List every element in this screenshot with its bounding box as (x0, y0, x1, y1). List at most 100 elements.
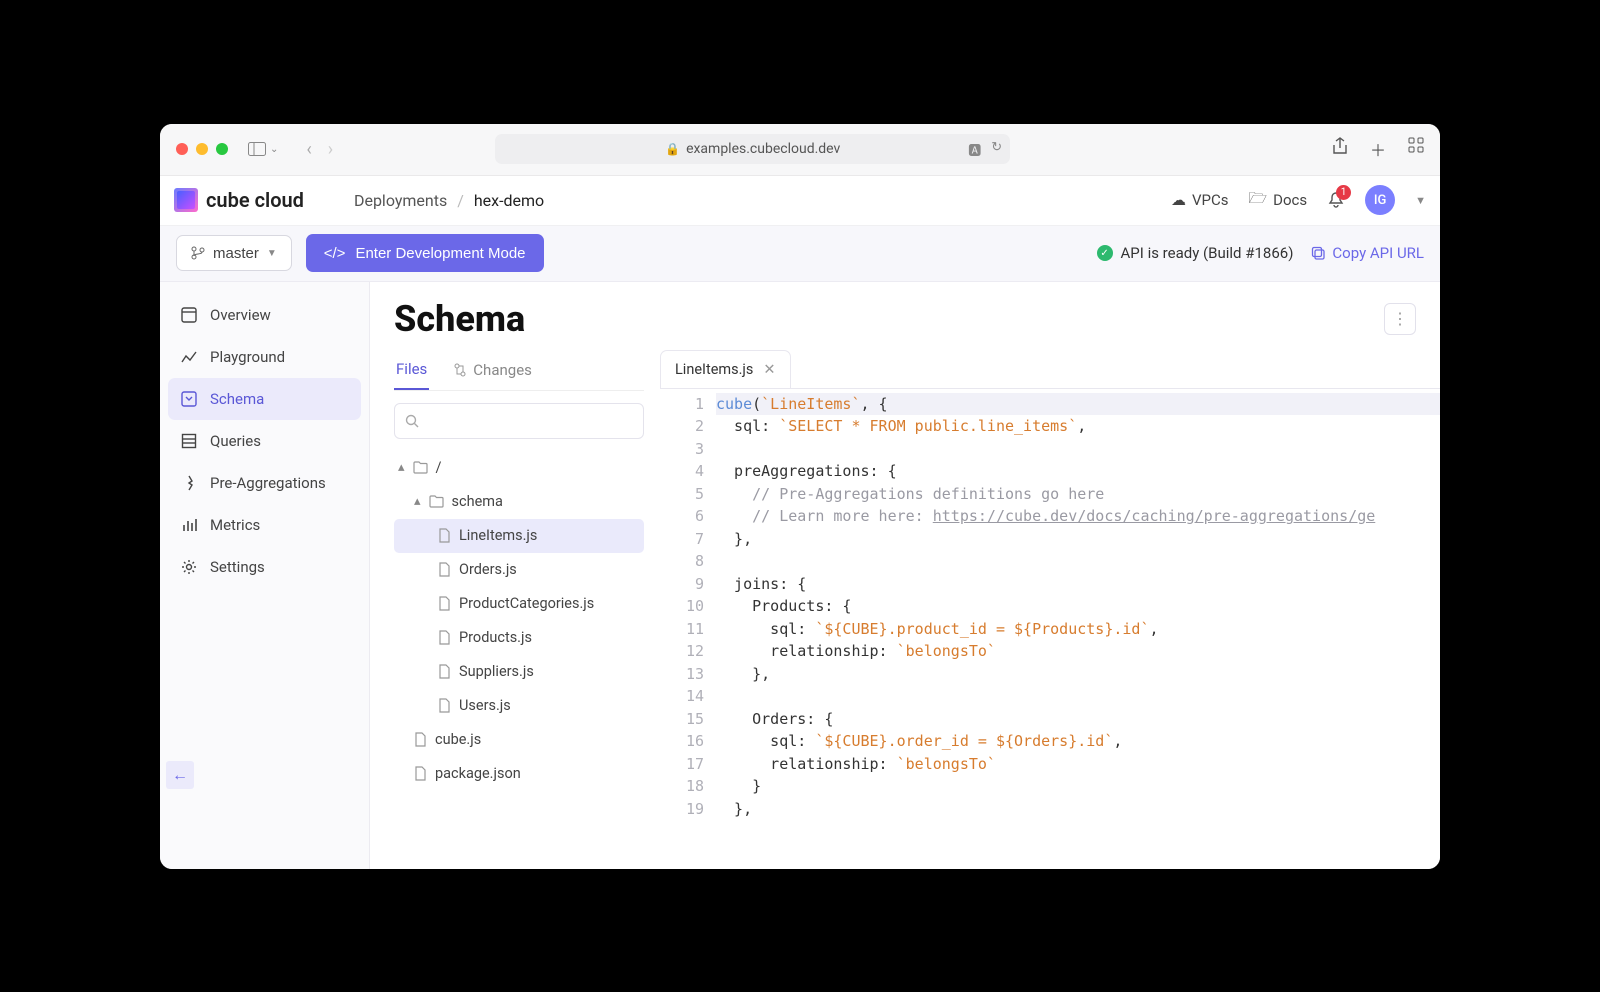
tree-label: Suppliers.js (459, 663, 534, 680)
sidebar-item-label: Settings (210, 558, 265, 576)
sidebar-toggle-button[interactable]: ⌄ (248, 142, 278, 156)
more-vertical-icon: ⋮ (1392, 309, 1408, 328)
docs-link[interactable]: 🗁 Docs (1249, 188, 1308, 213)
nav-forward-button[interactable]: › (328, 139, 333, 160)
editor-tab[interactable]: LineItems.js ✕ (660, 350, 791, 388)
tree-root[interactable]: ▴ / (394, 451, 644, 485)
sidebar-item-label: Queries (210, 432, 261, 450)
nav-back-button[interactable]: ‹ (306, 139, 311, 160)
playground-icon (180, 349, 198, 365)
browser-window: ⌄ ‹ › 🔒 examples.cubecloud.dev 🅰 ↻ ＋ (160, 124, 1440, 869)
url-bar[interactable]: 🔒 examples.cubecloud.dev 🅰 ↻ (495, 134, 1010, 164)
gutter: 12345678910111213141516171819 (660, 389, 716, 869)
code-area[interactable]: cube(`LineItems`, { sql: `SELECT * FROM … (716, 389, 1440, 869)
traffic-lights (176, 143, 228, 155)
tree-file[interactable]: ProductCategories.js (394, 587, 644, 621)
title-bar: ⌄ ‹ › 🔒 examples.cubecloud.dev 🅰 ↻ ＋ (160, 124, 1440, 176)
tree-label: ProductCategories.js (459, 595, 594, 612)
sub-header: master ▼ </> Enter Development Mode ✓ AP… (160, 226, 1440, 282)
close-window-button[interactable] (176, 143, 188, 155)
sidebar-item-preagg[interactable]: Pre-Aggregations (168, 462, 361, 504)
arrow-left-icon: ← (172, 765, 188, 785)
file-icon (438, 528, 451, 543)
file-icon (438, 630, 451, 645)
branch-selector[interactable]: master ▼ (176, 235, 292, 271)
tab-files[interactable]: Files (394, 350, 429, 390)
git-branch-icon (191, 246, 205, 260)
caret-icon: ▴ (414, 494, 421, 509)
more-actions-button[interactable]: ⋮ (1384, 303, 1416, 335)
file-icon (438, 562, 451, 577)
git-diff-icon (453, 363, 467, 377)
sidebar-item-playground[interactable]: Playground (168, 336, 361, 378)
sidebar-item-schema[interactable]: Schema (168, 378, 361, 420)
content-row: Files Changes ▴ (370, 350, 1440, 869)
sidebar-item-overview[interactable]: Overview (168, 294, 361, 336)
enter-dev-mode-button[interactable]: </> Enter Development Mode (306, 234, 544, 272)
user-menu-caret[interactable]: ▼ (1415, 194, 1426, 207)
tree-file[interactable]: Suppliers.js (394, 655, 644, 689)
tree-label: package.json (435, 765, 521, 782)
collapse-sidebar-button[interactable]: ← (166, 761, 194, 789)
notifications-button[interactable]: 1 (1327, 191, 1345, 209)
sidebar-item-label: Playground (210, 348, 285, 366)
sidebar-item-settings[interactable]: Settings (168, 546, 361, 588)
sidebar-item-metrics[interactable]: Metrics (168, 504, 361, 546)
copy-api-url-button[interactable]: Copy API URL (1311, 244, 1424, 262)
close-tab-button[interactable]: ✕ (763, 361, 775, 378)
header-right: ☁ VPCs 🗁 Docs 1 IG ▼ (1171, 185, 1426, 215)
maximize-window-button[interactable] (216, 143, 228, 155)
lock-icon: 🔒 (665, 142, 680, 156)
folder-icon (429, 495, 444, 508)
status-ok-icon: ✓ (1097, 245, 1113, 261)
page-title: Schema (394, 298, 525, 340)
tree-file[interactable]: Users.js (394, 689, 644, 723)
editor-tab-label: LineItems.js (675, 361, 753, 378)
logo[interactable]: cube cloud (174, 188, 304, 212)
breadcrumb-root[interactable]: Deployments (354, 191, 447, 210)
avatar[interactable]: IG (1365, 185, 1395, 215)
logo-icon (174, 188, 198, 212)
chevron-down-icon: ⌄ (270, 144, 278, 155)
code-icon: </> (324, 245, 346, 262)
file-icon (438, 664, 451, 679)
sidebar-item-label: Schema (210, 390, 264, 408)
tab-changes[interactable]: Changes (451, 350, 534, 390)
breadcrumb-current[interactable]: hex-demo (474, 191, 544, 210)
tree-file[interactable]: Orders.js (394, 553, 644, 587)
tree-label: LineItems.js (459, 527, 537, 544)
tabs-overview-icon[interactable] (1408, 137, 1424, 161)
tree-folder-schema[interactable]: ▴ schema (394, 485, 644, 519)
editor-pane: LineItems.js ✕ 1234567891011121314151617… (660, 350, 1440, 869)
tree-label: cube.js (435, 731, 481, 748)
minimize-window-button[interactable] (196, 143, 208, 155)
file-search-input[interactable] (394, 403, 644, 439)
translate-icon[interactable]: 🅰 (968, 140, 981, 159)
main: Schema ⋮ Files (370, 282, 1440, 869)
folder-icon (413, 461, 428, 474)
cloud-icon: ☁ (1171, 191, 1186, 209)
tree-file[interactable]: package.json (394, 757, 644, 791)
file-tree: ▴ /▴ schemaLineItems.jsOrders.jsProductC… (394, 451, 644, 791)
browser-nav-arrows: ‹ › (306, 139, 333, 160)
vpcs-link[interactable]: ☁ VPCs (1171, 191, 1229, 209)
tree-file[interactable]: Products.js (394, 621, 644, 655)
schema-icon (180, 391, 198, 407)
file-pane: Files Changes ▴ (370, 350, 660, 869)
tree-label: schema (452, 493, 503, 510)
overview-icon (180, 307, 198, 323)
sidebar-item-queries[interactable]: Queries (168, 420, 361, 462)
file-tabs: Files Changes (394, 350, 644, 391)
sidebar-item-label: Metrics (210, 516, 260, 534)
url-text: examples.cubecloud.dev (686, 141, 840, 157)
tree-file[interactable]: cube.js (394, 723, 644, 757)
code-editor[interactable]: 12345678910111213141516171819 cube(`Line… (660, 388, 1440, 869)
sidebar-item-label: Overview (210, 306, 271, 324)
share-icon[interactable] (1332, 137, 1348, 161)
new-tab-icon[interactable]: ＋ (1370, 137, 1386, 161)
tree-file[interactable]: LineItems.js (394, 519, 644, 553)
tree-label: Users.js (459, 697, 511, 714)
reload-icon[interactable]: ↻ (991, 140, 1002, 159)
sidebar-item-label: Pre-Aggregations (210, 474, 326, 492)
folder-open-icon: 🗁 (1249, 188, 1268, 213)
